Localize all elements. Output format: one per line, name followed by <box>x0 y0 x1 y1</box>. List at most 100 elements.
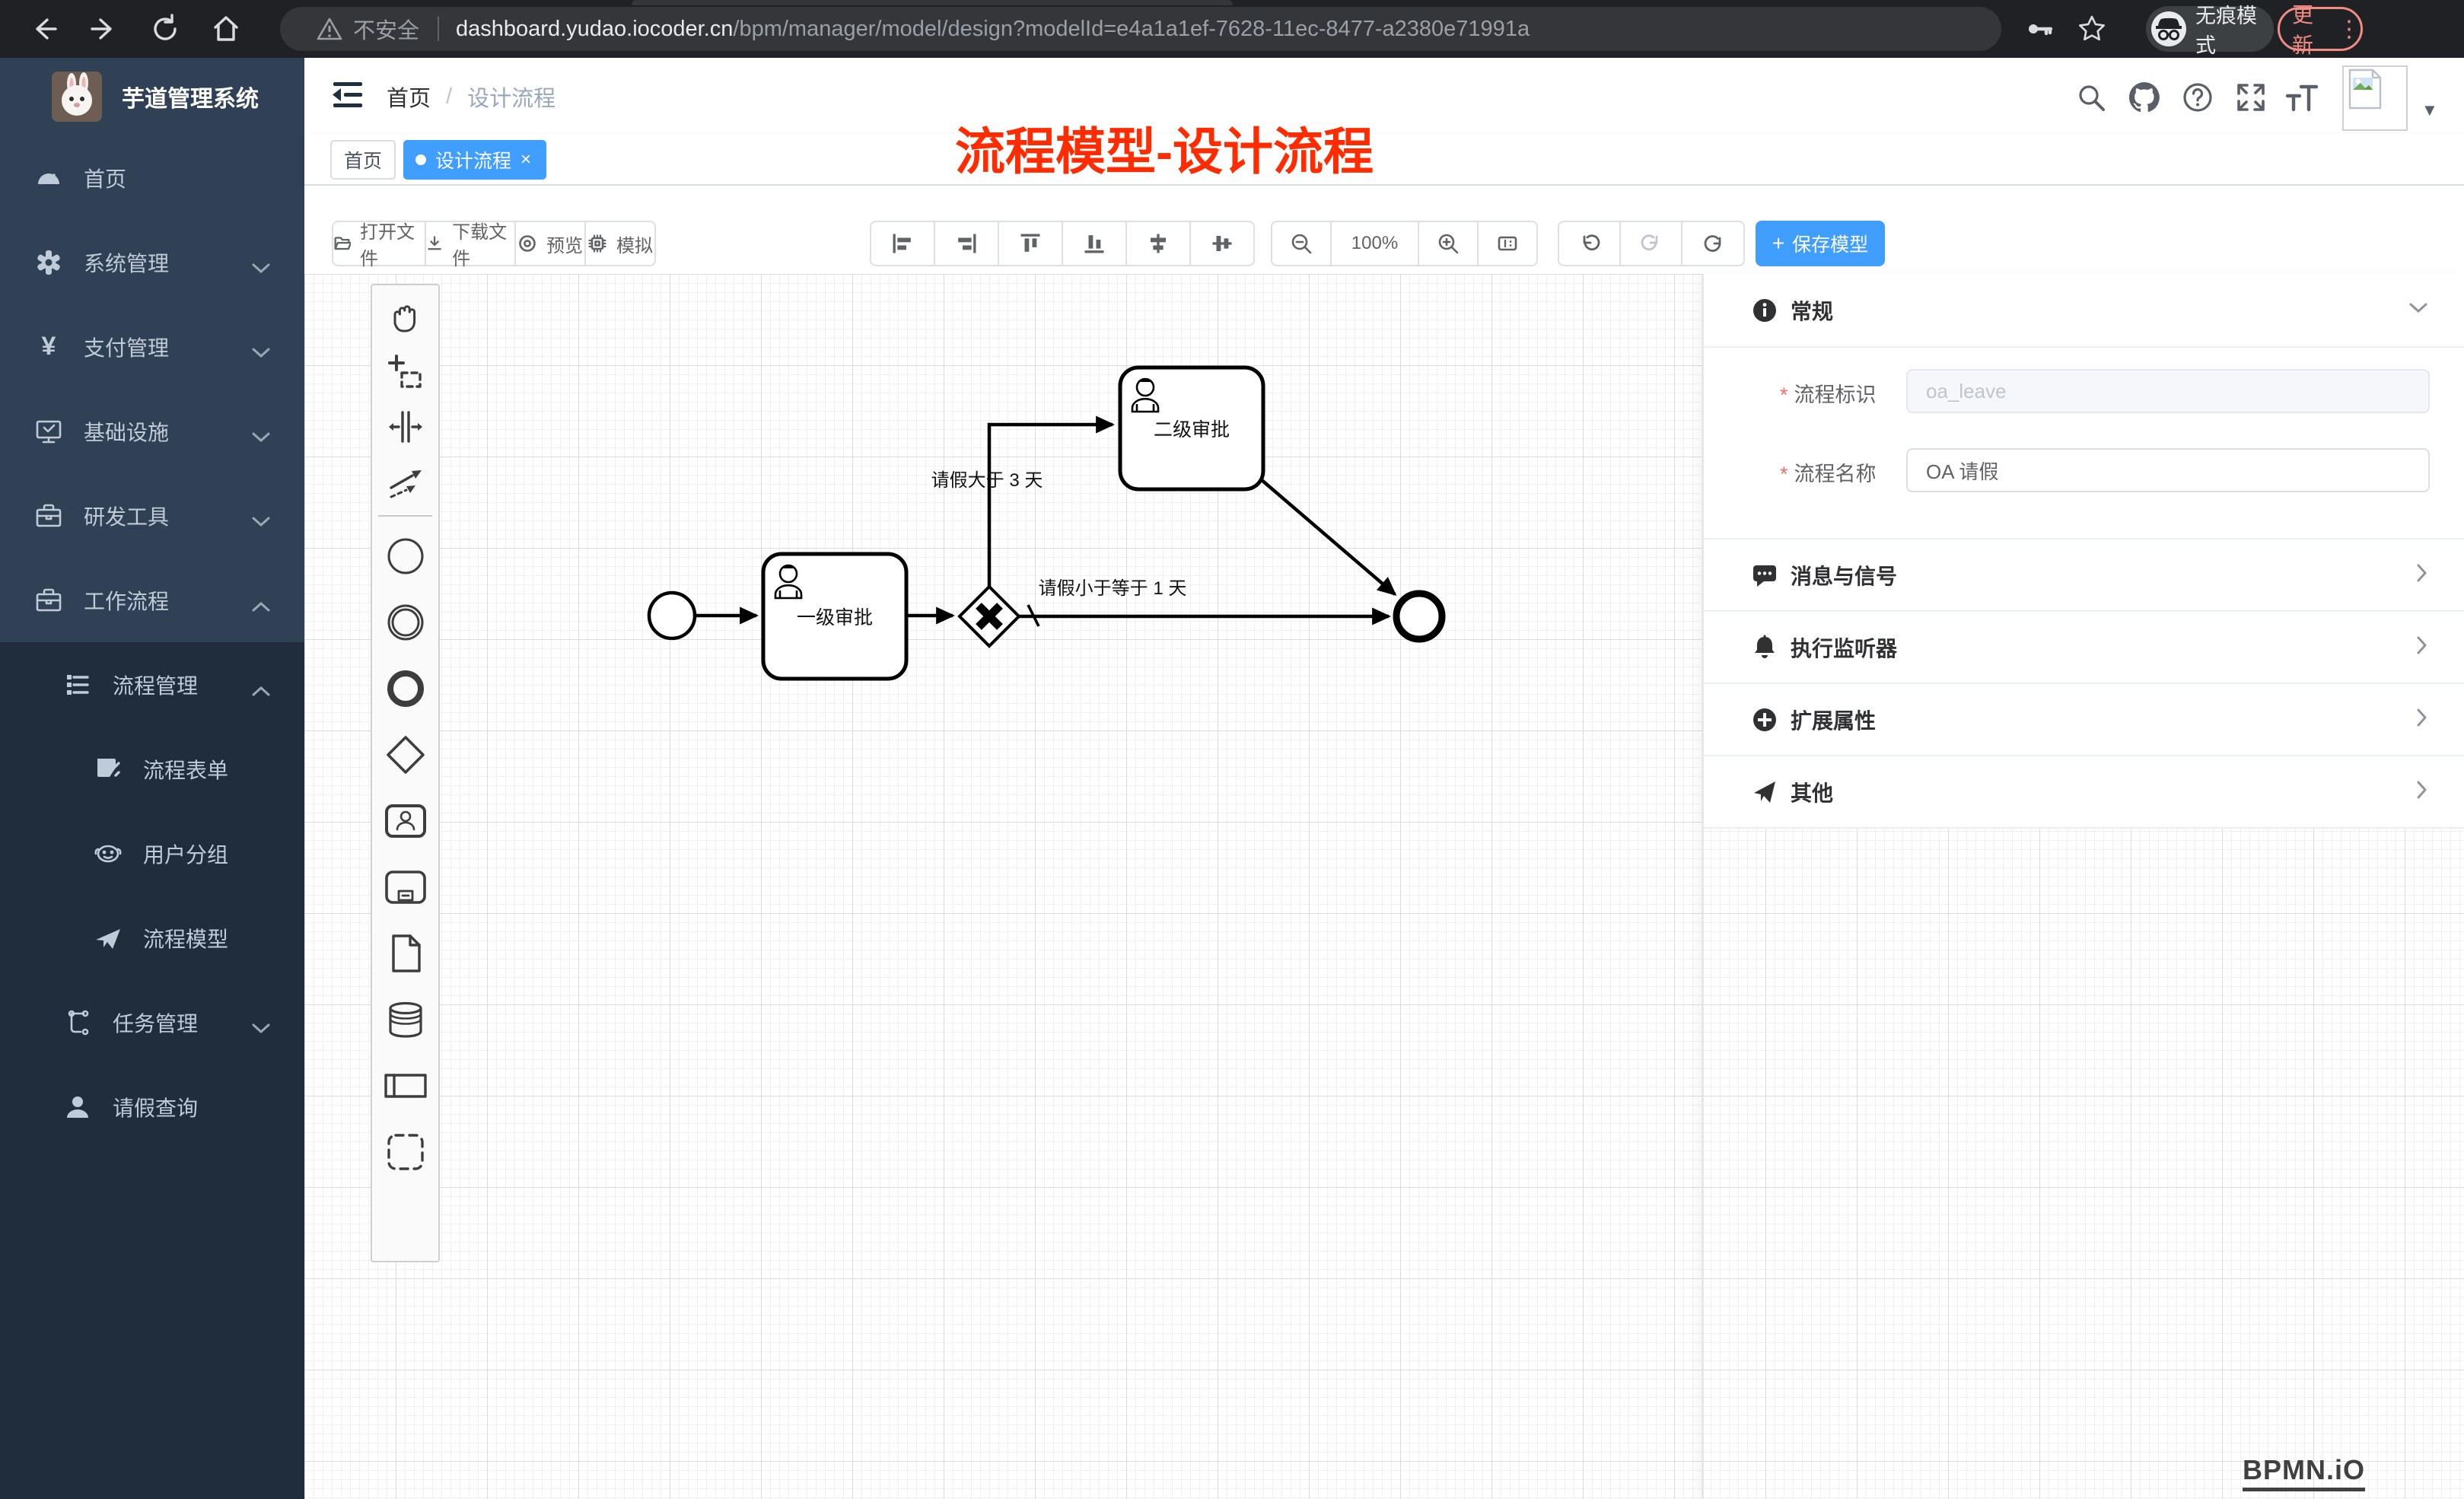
avatar[interactable] <box>2342 65 2408 131</box>
align-center-vertical-button[interactable] <box>1189 221 1255 266</box>
download-file-button[interactable]: 下载文件 <box>425 221 516 266</box>
align-left-button[interactable] <box>870 221 935 266</box>
browser-tab-hint[interactable] <box>632 0 1233 5</box>
button-label: 模拟 <box>616 231 653 257</box>
bpmn-designer: 打开文件 下载文件 预览 模拟 <box>304 186 2464 1499</box>
reset-viewport-icon <box>1496 232 1519 255</box>
back-icon <box>28 14 59 44</box>
section-title: 扩展属性 <box>1791 705 1876 735</box>
tab-label: 设计流程 <box>435 146 511 173</box>
section-extended-attributes[interactable]: 扩展属性 <box>1704 683 2464 755</box>
zoom-in-button[interactable] <box>1418 221 1479 266</box>
avatar-caret-icon[interactable]: ▼ <box>2421 100 2438 120</box>
breadcrumb-home[interactable]: 首页 <box>387 81 431 113</box>
sidebar-item-leave-query[interactable]: 请假查询 <box>0 1065 304 1149</box>
header-fullscreen-button[interactable] <box>2231 78 2271 117</box>
dashboard-icon <box>33 164 64 192</box>
exclusive-gateway[interactable] <box>960 587 1019 646</box>
flow-label-gt3[interactable]: 请假大于 3 天 <box>931 470 1043 491</box>
url-text[interactable]: dashboard.yudao.iocoder.cn/bpm/manager/m… <box>456 17 1530 42</box>
password-key-button[interactable] <box>2021 11 2058 47</box>
briefcase-icon <box>33 587 64 614</box>
save-model-button[interactable]: + 保存模型 <box>1756 221 1885 266</box>
security-label[interactable]: 不安全 <box>353 13 419 45</box>
section-messages-signals[interactable]: 消息与信号 <box>1704 538 2464 610</box>
field-label: 流程名称 <box>1794 463 1877 485</box>
header-help-button[interactable] <box>2178 78 2217 117</box>
flow-label-le1[interactable]: 请假小于等于 1 天 <box>1039 578 1187 599</box>
process-name-input[interactable] <box>1906 448 2430 492</box>
sidebar-item-label: 流程模型 <box>143 923 228 953</box>
header-github-button[interactable] <box>2125 78 2164 117</box>
user-task-level1[interactable]: 一级审批 <box>763 554 906 679</box>
sidebar-item-infrastructure[interactable]: 基础设施 <box>0 389 304 473</box>
address-bar[interactable]: 不安全 dashboard.yudao.iocoder.cn/bpm/manag… <box>280 7 2001 51</box>
button-label: 打开文件 <box>360 217 425 270</box>
browser-reload-button[interactable] <box>147 11 183 47</box>
active-dot-icon <box>415 154 426 165</box>
sidebar-item-task-management[interactable]: 任务管理 <box>0 980 304 1065</box>
header-search-button[interactable] <box>2071 78 2111 117</box>
github-icon <box>2127 80 2162 115</box>
browser-home-button[interactable] <box>208 11 244 47</box>
zoom-button-group: 100% <box>1271 221 1538 266</box>
undo-button[interactable] <box>1558 221 1621 266</box>
section-other[interactable]: 其他 <box>1704 755 2464 827</box>
zoom-out-button[interactable] <box>1271 221 1332 266</box>
header-font-size-button[interactable] <box>2281 78 2321 117</box>
sidebar-collapse-button[interactable] <box>330 78 367 114</box>
sidebar-item-label: 支付管理 <box>84 332 169 362</box>
sidebar-item-label: 基础设施 <box>84 416 169 447</box>
yuan-icon: ¥ <box>33 332 64 361</box>
close-icon[interactable]: × <box>520 149 531 170</box>
flow-gateway-to-task2[interactable] <box>989 425 1113 587</box>
simulate-button[interactable]: 模拟 <box>584 221 656 266</box>
browser-forward-button[interactable] <box>86 11 123 47</box>
browser-chrome: 不安全 dashboard.yudao.iocoder.cn/bpm/manag… <box>0 0 2464 58</box>
section-general[interactable]: 常规 <box>1704 274 2464 346</box>
info-icon <box>1749 297 1780 324</box>
redo-button[interactable] <box>1619 221 1682 266</box>
sidebar-item-system[interactable]: 系统管理 <box>0 220 304 304</box>
sidebar-item-process-form[interactable]: 流程表单 <box>0 727 304 811</box>
incognito-label: 无痕模式 <box>2195 0 2274 59</box>
browser-update-button[interactable]: 更新 ⋮ <box>2278 7 2363 51</box>
sidebar-item-process-model[interactable]: 流程模型 <box>0 896 304 980</box>
browser-menu-icon[interactable]: ⋮ <box>2338 16 2361 43</box>
start-event[interactable] <box>649 593 695 638</box>
sidebar-logo-row[interactable]: 芋道管理系统 <box>0 58 304 135</box>
align-top-button[interactable] <box>998 221 1063 266</box>
align-bottom-button[interactable] <box>1062 221 1127 266</box>
sidebar-item-payment[interactable]: ¥ 支付管理 <box>0 304 304 389</box>
process-key-input[interactable] <box>1906 369 2430 413</box>
sidebar-item-workflow[interactable]: 工作流程 <box>0 558 304 642</box>
reset-viewport-button[interactable] <box>1477 221 1538 266</box>
not-secure-warning-icon <box>317 16 342 42</box>
browser-back-button[interactable] <box>25 11 62 47</box>
preview-button[interactable]: 预览 <box>514 221 586 266</box>
tab-design-process[interactable]: 设计流程 × <box>403 140 546 180</box>
incognito-badge: 无痕模式 <box>2146 6 2274 52</box>
open-file-button[interactable]: 打开文件 <box>332 221 426 266</box>
monitor-icon <box>33 418 64 445</box>
user-task-level2[interactable]: 二级审批 <box>1120 368 1263 489</box>
bookmark-star-button[interactable] <box>2074 11 2110 47</box>
sidebar-item-dev-tools[interactable]: 研发工具 <box>0 473 304 558</box>
zoom-level[interactable]: 100% <box>1330 221 1419 266</box>
app-title: 芋道管理系统 <box>122 80 259 113</box>
tab-home[interactable]: 首页 <box>330 140 396 180</box>
end-event[interactable] <box>1396 594 1442 639</box>
section-execution-listeners[interactable]: 执行监听器 <box>1704 610 2464 683</box>
align-left-icon <box>891 232 914 255</box>
align-bottom-icon <box>1083 232 1106 255</box>
font-size-icon <box>2283 81 2319 114</box>
flow-task2-to-end[interactable] <box>1261 479 1395 594</box>
tab-label: 首页 <box>344 146 382 173</box>
sidebar-item-user-group[interactable]: 用户分组 <box>0 811 304 896</box>
align-center-horizontal-button[interactable] <box>1125 221 1191 266</box>
sidebar-item-process-management[interactable]: 流程管理 <box>0 642 304 727</box>
align-right-button[interactable] <box>934 221 999 266</box>
app-header: 首页 / 设计流程 <box>304 58 2464 134</box>
sidebar-item-home[interactable]: 首页 <box>0 135 304 220</box>
restart-button[interactable] <box>1681 221 1745 266</box>
